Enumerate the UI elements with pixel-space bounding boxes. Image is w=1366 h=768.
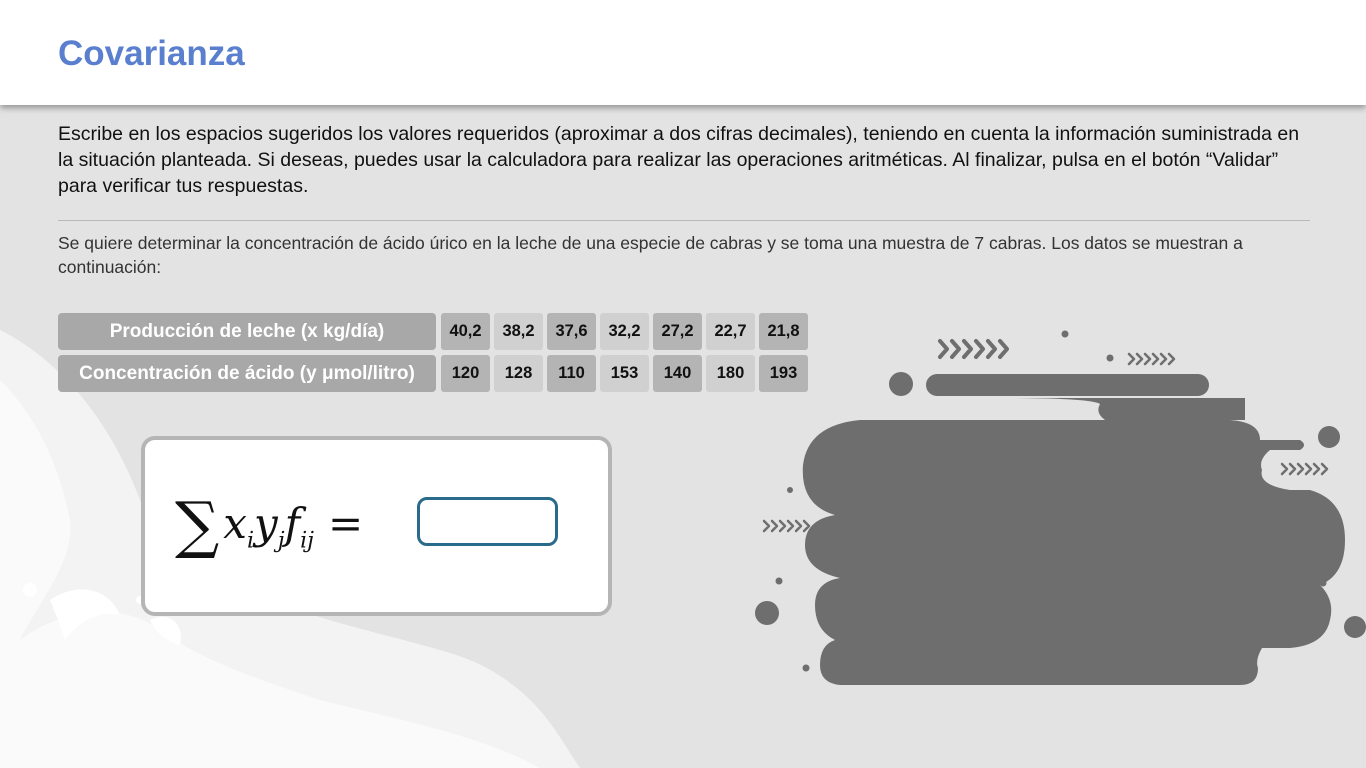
table-cell: 140 [653,355,702,392]
table-cell: 38,2 [494,313,543,350]
sum-symbol: ∑ [175,488,220,561]
x-variable: x [223,499,247,548]
table-cell: 153 [600,355,649,392]
row-label-concentration: Concentración de ácido (y μmol/litro) [58,355,436,392]
chevrons-icon [938,339,1009,359]
table-cell: 21,8 [759,313,808,350]
table-cell: 32,2 [600,313,649,350]
formula-card: ∑xiyjfij = [141,436,612,616]
y-subscript: j [277,528,285,554]
sum-xy-answer-input[interactable] [417,497,558,546]
table-row-concentration: Concentración de ácido (y μmol/litro) 12… [58,355,812,392]
equals-sign: = [327,499,364,548]
table-cell: 37,6 [547,313,596,350]
table-cell: 128 [494,355,543,392]
blob-decoration [755,330,1366,685]
table-cell: 193 [759,355,808,392]
divider [58,220,1310,221]
table-cell: 22,7 [706,313,755,350]
table-cell: 180 [706,355,755,392]
table-row-production: Producción de leche (x kg/día) 40,2 38,2… [58,313,812,350]
row-label-production: Producción de leche (x kg/día) [58,313,436,350]
table-cell: 40,2 [441,313,490,350]
y-variable: y [254,499,278,548]
table-cell: 27,2 [653,313,702,350]
f-subscript: ij [300,528,314,554]
page-title: Covarianza [58,34,245,73]
situation-text: Se quiere determinar la concentración de… [58,233,1243,277]
header-bar: Covarianza [0,0,1366,105]
x-subscript: i [246,528,254,554]
f-variable: f [284,499,301,548]
table-cell: 110 [547,355,596,392]
data-table: Producción de leche (x kg/día) 40,2 38,2… [58,313,812,397]
sum-formula: ∑xiyjfij = [175,480,364,561]
instructions-text: Escribe en los espacios sugeridos los va… [58,123,1300,197]
table-cell: 120 [441,355,490,392]
